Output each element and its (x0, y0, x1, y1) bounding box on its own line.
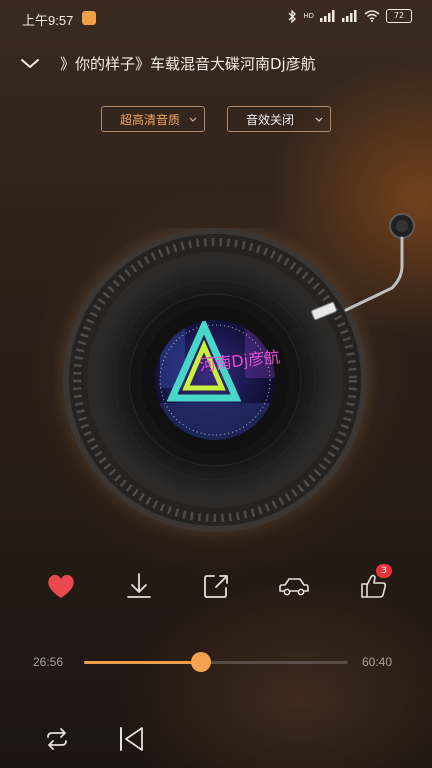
download-icon[interactable] (121, 568, 157, 604)
app-notification-icon (82, 11, 96, 25)
chevron-down-icon (189, 117, 197, 122)
sound-effect-label: 音效关闭 (246, 113, 295, 127)
comment-button[interactable]: 3 (356, 564, 392, 604)
network-type-label: HD (303, 12, 314, 20)
status-bar: 上午9:57 HD 72 (0, 0, 432, 36)
audio-quality-button[interactable]: 超高清音质 (101, 106, 205, 132)
like-heart-icon[interactable] (43, 568, 79, 604)
status-time: 上午9:57 (22, 13, 74, 28)
total-time: 60:40 (362, 655, 393, 669)
repeat-icon[interactable] (40, 722, 74, 756)
playback-controls (0, 722, 432, 762)
bluetooth-icon (288, 9, 297, 23)
signal-icon (320, 10, 335, 22)
player-header: 》你的样子》车载混音大碟河南Dj彦航 (0, 44, 432, 84)
status-indicators: HD 72 (287, 9, 412, 23)
signal-icon-2 (342, 10, 357, 22)
song-title: 》你的样子》车载混音大碟河南Dj彦航 (60, 55, 316, 73)
action-row: 3 (0, 564, 432, 608)
progress-thumb[interactable] (191, 652, 212, 672)
current-time: 26:56 (33, 655, 64, 669)
progress-fill (84, 661, 202, 664)
comment-count-badge: 3 (376, 564, 392, 578)
tonearm (311, 213, 415, 321)
collapse-chevron-icon[interactable] (18, 52, 42, 76)
progress-slider[interactable] (84, 652, 348, 672)
share-icon[interactable] (198, 568, 234, 604)
audio-quality-label: 超高清音质 (120, 113, 181, 127)
battery-indicator: 72 (386, 9, 412, 23)
sound-effect-button[interactable]: 音效关闭 (227, 106, 331, 132)
chevron-down-icon (315, 117, 323, 122)
previous-track-icon[interactable] (114, 722, 148, 756)
car-mode-icon[interactable] (276, 568, 312, 604)
wifi-icon (364, 10, 380, 22)
